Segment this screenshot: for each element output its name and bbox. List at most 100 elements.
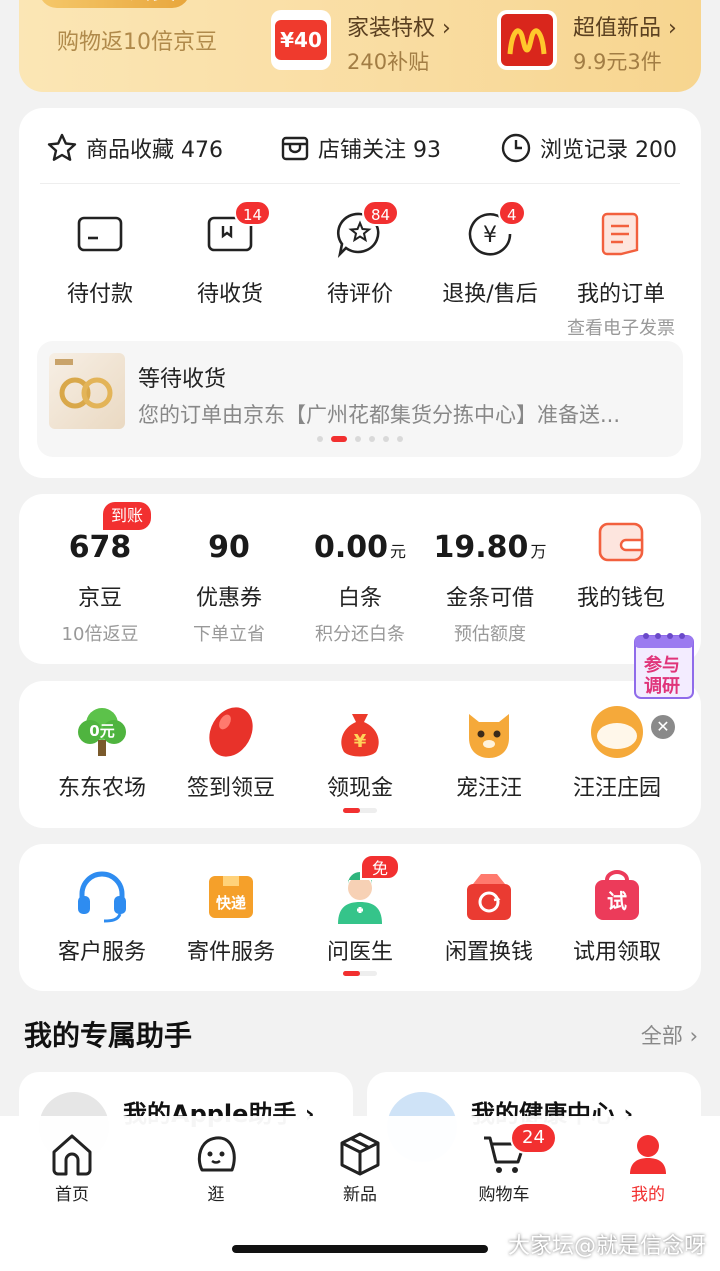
cart-icon: 24 — [480, 1122, 557, 1178]
delivery-title: 等待收货 — [138, 367, 227, 392]
order-to-review-badge: 84 — [362, 200, 400, 226]
trial-icon: 试 — [587, 866, 647, 926]
express-icon: 快递 — [201, 866, 261, 926]
promo-home-decor-title[interactable]: 家装特权 › — [347, 10, 451, 42]
promo-new-products-subtitle: 9.9元3件 — [573, 50, 662, 74]
tab-profile-label: 我的 — [631, 1185, 665, 1205]
services-pager — [343, 971, 377, 976]
service-doctor[interactable]: 免费 问医生 — [295, 854, 425, 966]
svg-text:0元: 0元 — [89, 722, 114, 740]
wallet-jingdou[interactable]: 678 京豆 10倍返豆 — [35, 530, 165, 646]
plus-tag[interactable]: PLUS会员 — [39, 0, 190, 8]
assistant-view-all[interactable]: 全部 › — [641, 1020, 698, 1050]
service-express[interactable]: 快递 寄件服务 — [166, 866, 296, 966]
favorites-stores-label: 店铺关注 93 — [318, 138, 441, 163]
baitiao-label: 白条 — [337, 586, 382, 611]
tab-browse[interactable]: 逛 — [166, 1130, 266, 1205]
tab-home[interactable]: 首页 — [22, 1130, 122, 1205]
my-wallet[interactable]: 我的钱包 — [556, 520, 686, 612]
fun-pager — [343, 808, 377, 813]
browse-history-label: 浏览记录 200 — [540, 138, 677, 163]
order-to-review[interactable]: 84 待评价 — [300, 200, 420, 308]
feature-farm-label: 东东农场 — [57, 776, 146, 801]
wallet-jintiao[interactable]: 19.80 万 金条可借 预估额度 — [425, 530, 555, 646]
tab-new[interactable]: 新品 — [310, 1130, 410, 1205]
card-icon — [74, 208, 126, 260]
order-pending-payment[interactable]: 待付款 — [40, 208, 160, 308]
jingdou-sub: 10倍返豆 — [61, 624, 139, 645]
order-to-review-label: 待评价 — [326, 282, 393, 307]
jingdou-value: 678 — [68, 530, 132, 565]
feature-cash[interactable]: ¥ 领现金 — [295, 702, 425, 802]
tab-profile[interactable]: 我的 — [598, 1130, 698, 1205]
feature-checkin-beans[interactable]: 签到领豆 — [166, 702, 296, 802]
baitiao-sub: 积分还白条 — [315, 624, 405, 645]
money-bag-icon: ¥ — [330, 702, 390, 762]
service-express-label: 寄件服务 — [186, 940, 275, 965]
close-icon[interactable]: ✕ — [651, 715, 675, 739]
free-badge: 免费 — [360, 854, 401, 904]
order-to-receive-badge: 14 — [234, 200, 272, 226]
e-invoice-link[interactable]: 查看电子发票 — [561, 314, 681, 340]
coupons-label: 优惠券 — [195, 586, 262, 611]
home-indicator[interactable] — [232, 1245, 488, 1253]
feature-cash-label: 领现金 — [326, 776, 393, 801]
my-orders[interactable]: 我的订单 查看电子发票 — [561, 208, 681, 340]
store-icon — [281, 136, 309, 161]
baitiao-unit: 元 — [390, 542, 407, 561]
order-to-receive-label: 待收货 — [196, 282, 263, 307]
tab-browse-label: 逛 — [207, 1185, 225, 1205]
new-product-icon — [336, 1130, 384, 1178]
tab-new-label: 新品 — [343, 1185, 377, 1205]
coupons-value: 90 — [208, 530, 250, 565]
coupons-sub: 下单立省 — [193, 624, 265, 645]
plus-membership-banner[interactable]: PLUS会员 购物返10倍京豆 ¥40 家装特权 › 240补贴 超值新品 › … — [19, 0, 701, 92]
order-to-receive[interactable]: 14 待收货 — [170, 200, 290, 308]
tab-home-label: 首页 — [55, 1185, 89, 1205]
survey-floating-button[interactable]: 参与 调研 — [632, 630, 698, 700]
doctor-icon: 免费 — [330, 854, 401, 926]
feature-pet-dog-label: 宠汪汪 — [455, 776, 522, 801]
farm-icon: 0元 — [72, 702, 132, 762]
jintiao-label: 金条可借 — [445, 586, 534, 611]
service-trial[interactable]: 试 试用领取 — [552, 866, 682, 966]
feature-pet-dog[interactable]: 宠汪汪 — [424, 702, 554, 802]
delivery-description: 您的订单由京东【广州花都集货分拣中心】准备送... — [138, 403, 621, 427]
wallet-baitiao[interactable]: 0.00 元 白条 积分还白条 — [295, 530, 425, 646]
promo-home-decor-subtitle: 240补贴 — [347, 50, 430, 74]
jintiao-value: 19.80 — [433, 530, 529, 565]
bean-icon — [201, 702, 261, 762]
browse-history[interactable]: 浏览记录 200 — [500, 130, 677, 166]
order-refund-label: 退换/售后 — [442, 282, 538, 307]
service-resell[interactable]: 闲置换钱 — [424, 866, 554, 966]
svg-text:参与: 参与 — [644, 654, 680, 676]
refund-icon: ¥ 4 — [464, 200, 526, 260]
profile-icon — [624, 1130, 672, 1178]
order-refund-aftersale[interactable]: ¥ 4 退换/售后 — [430, 200, 550, 308]
clock-icon — [501, 133, 531, 163]
svg-text:¥: ¥ — [483, 223, 497, 248]
recycle-icon — [459, 866, 519, 926]
assistant-section-title: 我的专属助手 — [24, 1019, 193, 1052]
baitiao-value: 0.00 — [313, 530, 388, 565]
cart-count-badge: 24 — [510, 1122, 557, 1154]
promo-new-products-title[interactable]: 超值新品 › — [573, 10, 677, 42]
credited-badge: 到账 — [103, 502, 152, 530]
favorites-goods-label: 商品收藏 476 — [86, 138, 223, 163]
dog-icon — [459, 702, 519, 762]
browse-icon — [192, 1130, 240, 1178]
service-customer[interactable]: 客户服务 — [37, 866, 167, 966]
wallet-coupons[interactable]: 90 优惠券 下单立省 — [164, 530, 294, 646]
delivery-status-banner[interactable]: 等待收货 您的订单由京东【广州花都集货分拣中心】准备送... — [37, 341, 683, 457]
feature-manor-label: 汪汪庄园 — [572, 776, 661, 801]
svg-text:调研: 调研 — [644, 676, 680, 697]
feature-farm[interactable]: 0元 东东农场 — [37, 702, 167, 802]
tab-cart[interactable]: 24 购物车 — [454, 1122, 557, 1205]
favorites-stores[interactable]: 店铺关注 93 — [280, 130, 441, 166]
feature-checkin-label: 签到领豆 — [186, 776, 275, 801]
plus-subtitle: 购物返10倍京豆 — [57, 30, 217, 55]
headset-icon — [72, 866, 132, 926]
divider — [40, 183, 680, 184]
favorites-goods[interactable]: 商品收藏 476 — [46, 130, 223, 166]
star-icon — [47, 133, 77, 161]
